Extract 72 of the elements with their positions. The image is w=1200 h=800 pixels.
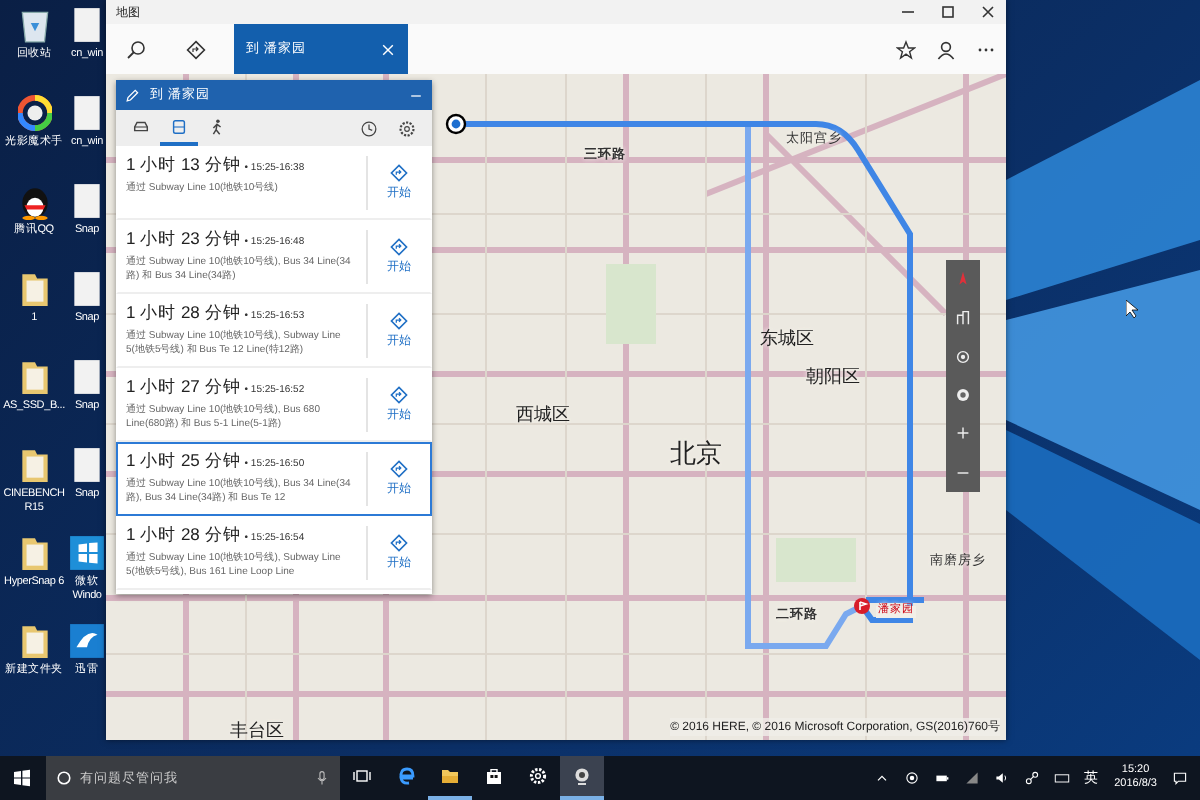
directions-icon [390, 164, 408, 182]
battery-icon[interactable] [933, 770, 950, 786]
park-area [606, 264, 656, 344]
folder-icon[interactable] [17, 622, 51, 660]
penguin-icon[interactable] [17, 182, 51, 220]
document-icon[interactable] [70, 6, 104, 44]
map-label: 朝阳区 [806, 368, 860, 386]
destination-pin-icon [854, 598, 870, 614]
task-view-icon [352, 766, 372, 786]
microphone-icon[interactable] [314, 770, 330, 786]
map-label: 丰台区 [230, 722, 284, 740]
speaker-icon[interactable] [993, 770, 1010, 786]
directions-icon [390, 386, 408, 404]
document-icon[interactable] [70, 270, 104, 308]
directions-icon [390, 460, 408, 478]
letter-e-icon [396, 766, 416, 786]
pencil-icon[interactable] [124, 87, 140, 103]
route-duration: 1 小时 25 分钟 [126, 450, 241, 474]
folder-icon [440, 766, 460, 786]
map-label: 北京 [670, 440, 722, 466]
start-button[interactable] [12, 768, 32, 788]
wifi-icon[interactable] [963, 770, 980, 786]
map-label: 西城区 [516, 406, 570, 424]
route-duration: 1 小时 27 分钟 [126, 376, 241, 400]
bird-icon[interactable] [70, 622, 104, 660]
directions-icon [390, 534, 408, 552]
document-icon[interactable] [70, 94, 104, 132]
car-icon [132, 117, 150, 135]
keyboard-icon[interactable] [1053, 770, 1070, 786]
network-icon[interactable] [1023, 770, 1040, 786]
directions-icon[interactable] [186, 39, 206, 59]
star-icon[interactable] [896, 39, 916, 59]
bus-icon [170, 117, 188, 135]
route-duration: 1 小时 23 分钟 [126, 228, 241, 252]
color-wheel-icon[interactable] [17, 94, 51, 132]
zoom-in-icon[interactable] [954, 424, 972, 443]
record-icon[interactable] [903, 770, 920, 786]
shopping-bag-icon [484, 766, 504, 786]
route-duration: 1 小时 28 分钟 [126, 524, 241, 548]
search-icon[interactable] [126, 39, 146, 59]
cursor-icon [1126, 300, 1138, 318]
circle-icon [56, 770, 72, 786]
layers-icon[interactable] [954, 386, 972, 405]
directions-icon [390, 312, 408, 330]
settings-icon[interactable] [398, 119, 416, 137]
walking-person-icon [208, 117, 226, 135]
folder-icon[interactable] [17, 358, 51, 396]
folder-icon[interactable] [17, 446, 51, 484]
buildings-icon[interactable] [954, 308, 972, 327]
document-icon[interactable] [70, 358, 104, 396]
maximize-icon[interactable] [938, 2, 958, 22]
settings-icon [528, 766, 548, 786]
windows-logo-icon[interactable] [70, 534, 104, 572]
location-icon[interactable] [954, 347, 972, 366]
route-duration: 1 小时 28 分钟 [126, 302, 241, 326]
chevron-up-icon[interactable] [873, 770, 890, 786]
recycle-bin-icon[interactable] [17, 6, 51, 44]
document-icon[interactable] [70, 182, 104, 220]
taskbar-app[interactable] [560, 756, 604, 800]
webcam-icon [572, 766, 592, 786]
start-point-icon [445, 113, 467, 135]
document-icon[interactable] [70, 446, 104, 484]
person-icon[interactable] [936, 39, 956, 59]
map-label: 东城区 [760, 330, 814, 348]
route-duration: 1 小时 13 分钟 [126, 154, 241, 178]
close-icon[interactable] [380, 41, 396, 57]
notification-icon[interactable] [1172, 770, 1188, 786]
folder-icon[interactable] [17, 534, 51, 572]
directions-icon [390, 238, 408, 256]
folder-icon[interactable] [17, 270, 51, 308]
clock-icon[interactable] [360, 119, 378, 137]
close-icon[interactable] [978, 2, 998, 22]
